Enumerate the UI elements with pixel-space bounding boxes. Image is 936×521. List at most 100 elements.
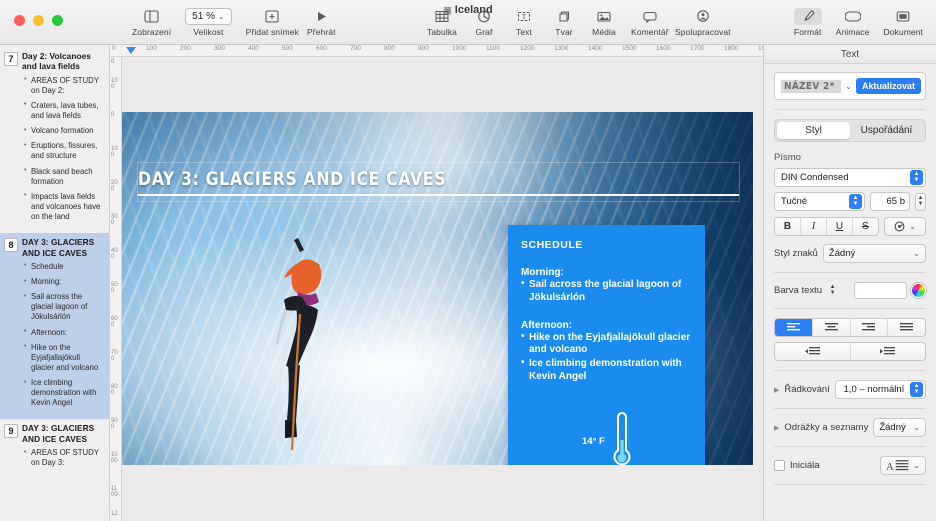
disclosure-triangle-icon[interactable]: ▶ (774, 424, 779, 432)
font-size-field[interactable]: 65 b (870, 192, 910, 211)
navigator-slide-outline: Schedule Morning: Sail across the glacia… (24, 261, 105, 409)
line-spacing-popup[interactable]: 1,0 – normální ▲ ▼ (834, 380, 926, 399)
ruler-tick: 400 (248, 45, 259, 52)
text-color-mode-stepper[interactable]: ▲ ▼ (827, 284, 838, 297)
outline-bullet[interactable]: Craters, lava tubes, and lava fields (24, 100, 105, 121)
size-zoom-control[interactable]: 51 % ⌄ Velikost (178, 0, 239, 37)
slide-canvas[interactable]: DAY 3: GLACIERS AND ICE CAVES SCHEDULE M… (122, 57, 763, 521)
italic-button[interactable]: I (801, 218, 827, 235)
align-left-button[interactable] (775, 319, 813, 336)
dropcap-style-popup[interactable]: A ⌄ (880, 456, 926, 475)
ruler-tick: 1100 (111, 486, 118, 498)
paragraph-style-card[interactable]: NÁZEV 2* ⌄ Aktualizovat (774, 72, 926, 100)
outline-bullet[interactable]: Afternoon: (24, 327, 105, 338)
vertical-ruler[interactable]: 0 100 0 100 200 300 400 500 600 700 800 … (110, 57, 122, 521)
outline-bullet[interactable]: Volcano formation (24, 126, 105, 136)
chevron-down-icon[interactable]: ⌄ (845, 82, 852, 91)
schedule-item[interactable]: Sail across the glacial lagoon of Jökuls… (521, 278, 693, 305)
play-button[interactable]: Přehrát (300, 0, 343, 37)
zoom-value: 51 % (192, 11, 215, 22)
add-slide-button[interactable]: Přidat snímek (239, 0, 306, 37)
zoom-percent-popup[interactable]: 51 % ⌄ (185, 8, 232, 25)
document-button[interactable]: Dokument (876, 0, 930, 37)
style-layout-segmented-control[interactable]: Styl Uspořádání (774, 119, 926, 142)
ruler-tick: 900 (111, 418, 118, 430)
schedule-afternoon-label: Afternoon: (521, 319, 573, 331)
outdent-button[interactable] (775, 343, 851, 360)
align-right-button[interactable] (851, 319, 889, 336)
zoom-button-icon[interactable] (52, 15, 63, 26)
slide-number-badge: 9 (4, 424, 18, 439)
align-center-button[interactable] (813, 319, 851, 336)
font-family-popup[interactable]: DIN Condensed ▲ ▼ (774, 168, 926, 187)
collaborate-button[interactable]: Spolupracovat (668, 0, 738, 37)
stepper-icon[interactable]: ▲ ▼ (849, 194, 862, 209)
navigator-slide-9[interactable]: 9 DAY 3: GLACIERS AND ICE CAVES AREAS OF… (0, 419, 109, 479)
dropcap-checkbox[interactable] (774, 460, 785, 471)
outline-bullet[interactable]: Impacts lava fields and volcanoes have o… (24, 191, 105, 222)
bullets-popup[interactable]: Žádný ⌄ (873, 418, 926, 437)
underline-button[interactable]: U (827, 218, 853, 235)
bold-italic-underline-strike-bar[interactable]: B I U S (774, 217, 879, 236)
tab-usporadani[interactable]: Uspořádání (850, 122, 923, 139)
ruler-tick: 200 (111, 180, 118, 192)
slide-title[interactable]: DAY 3: GLACIERS AND ICE CAVES (138, 168, 446, 190)
schedule-item[interactable]: Ice climbing demonstration with Kevin An… (521, 357, 693, 384)
stepper-icon[interactable]: ▲ ▼ (910, 170, 923, 185)
chart-button[interactable]: Graf (464, 0, 504, 37)
font-weight-popup[interactable]: Tučné ▲ ▼ (774, 192, 865, 211)
ruler-tick: 300 (214, 45, 225, 52)
text-button[interactable]: T Text (504, 0, 544, 37)
table-button[interactable]: Tabulka (420, 0, 464, 37)
indent-buttons[interactable] (774, 342, 926, 361)
bold-button[interactable]: B (775, 218, 801, 235)
text-color-controls[interactable] (854, 282, 926, 299)
horizontal-ruler[interactable]: 0 100 200 300 400 500 600 700 800 900 10… (110, 45, 763, 57)
navigator-slide-outline: AREAS OF STUDY on Day 3: (24, 448, 105, 468)
minimize-button-icon[interactable] (33, 15, 44, 26)
navigator-slide-7[interactable]: 7 Day 2: Volcanoes and lava fields AREAS… (0, 45, 109, 233)
align-justify-button[interactable] (888, 319, 925, 336)
strikethrough-button[interactable]: S (853, 218, 878, 235)
alignment-buttons[interactable] (774, 318, 926, 337)
font-size-stepper[interactable]: ▲ ▼ (915, 192, 926, 211)
format-button[interactable]: Formát (787, 0, 829, 37)
slide-navigator[interactable]: 7 Day 2: Volcanoes and lava fields AREAS… (0, 45, 110, 521)
ruler-indent-marker[interactable] (126, 47, 136, 54)
outline-bullet[interactable]: Schedule (24, 261, 105, 272)
window-controls[interactable] (14, 15, 63, 26)
navigator-slide-8[interactable]: 8 DAY 3: GLACIERS AND ICE CAVES Schedule… (0, 233, 109, 420)
tab-styl[interactable]: Styl (777, 122, 850, 139)
indent-button[interactable] (851, 343, 926, 360)
outline-bullet[interactable]: Ice climbing demonstration with Kevin An… (24, 378, 105, 408)
update-style-button[interactable]: Aktualizovat (855, 78, 921, 94)
outline-bullet[interactable]: AREAS OF STUDY on Day 3: (24, 448, 105, 468)
ruler-tick: 800 (111, 384, 118, 396)
dropcap-icon: A (886, 460, 909, 472)
zoom-pill[interactable]: 51 % ⌄ (185, 8, 232, 25)
outline-bullet[interactable]: Black sand beach formation (24, 166, 105, 187)
color-wheel-icon[interactable] (911, 283, 926, 298)
stepper-icon[interactable]: ▲ ▼ (910, 382, 923, 397)
outline-bullet[interactable]: AREAS OF STUDY on Day 2: (24, 75, 105, 96)
outline-bullet[interactable]: Morning: (24, 277, 105, 287)
text-color-swatch[interactable] (854, 282, 907, 299)
close-button-icon[interactable] (14, 15, 25, 26)
outline-bullet[interactable]: Hike on the Eyjafjallajökull glacier and… (24, 342, 105, 373)
text-options-popup[interactable]: ⌄ (884, 217, 926, 236)
ruler-tick: 700 (111, 350, 118, 362)
outline-bullet[interactable]: Sail across the glacial lagoon of Jökuls… (24, 292, 105, 322)
play-icon (315, 8, 328, 25)
schedule-item[interactable]: Hike on the Eyjafjallajökull glacier and… (521, 331, 693, 358)
character-style-popup[interactable]: Žádný ⌄ (822, 244, 926, 263)
media-button[interactable]: Média (584, 0, 624, 37)
disclosure-triangle-icon[interactable]: ▶ (774, 386, 779, 394)
view-button[interactable]: Zobrazení (125, 0, 178, 37)
ruler-tick: 1400 (588, 45, 603, 52)
outline-bullet[interactable]: Eruptions, fissures, and structure (24, 141, 105, 161)
shape-button[interactable]: Tvar (544, 0, 584, 37)
slide-8-content[interactable]: DAY 3: GLACIERS AND ICE CAVES SCHEDULE M… (122, 112, 753, 465)
thermometer-icon (613, 411, 631, 465)
animate-button[interactable]: Animace (829, 0, 877, 37)
font-weight-size-row: Tučné ▲ ▼ 65 b ▲ ▼ (774, 192, 926, 211)
